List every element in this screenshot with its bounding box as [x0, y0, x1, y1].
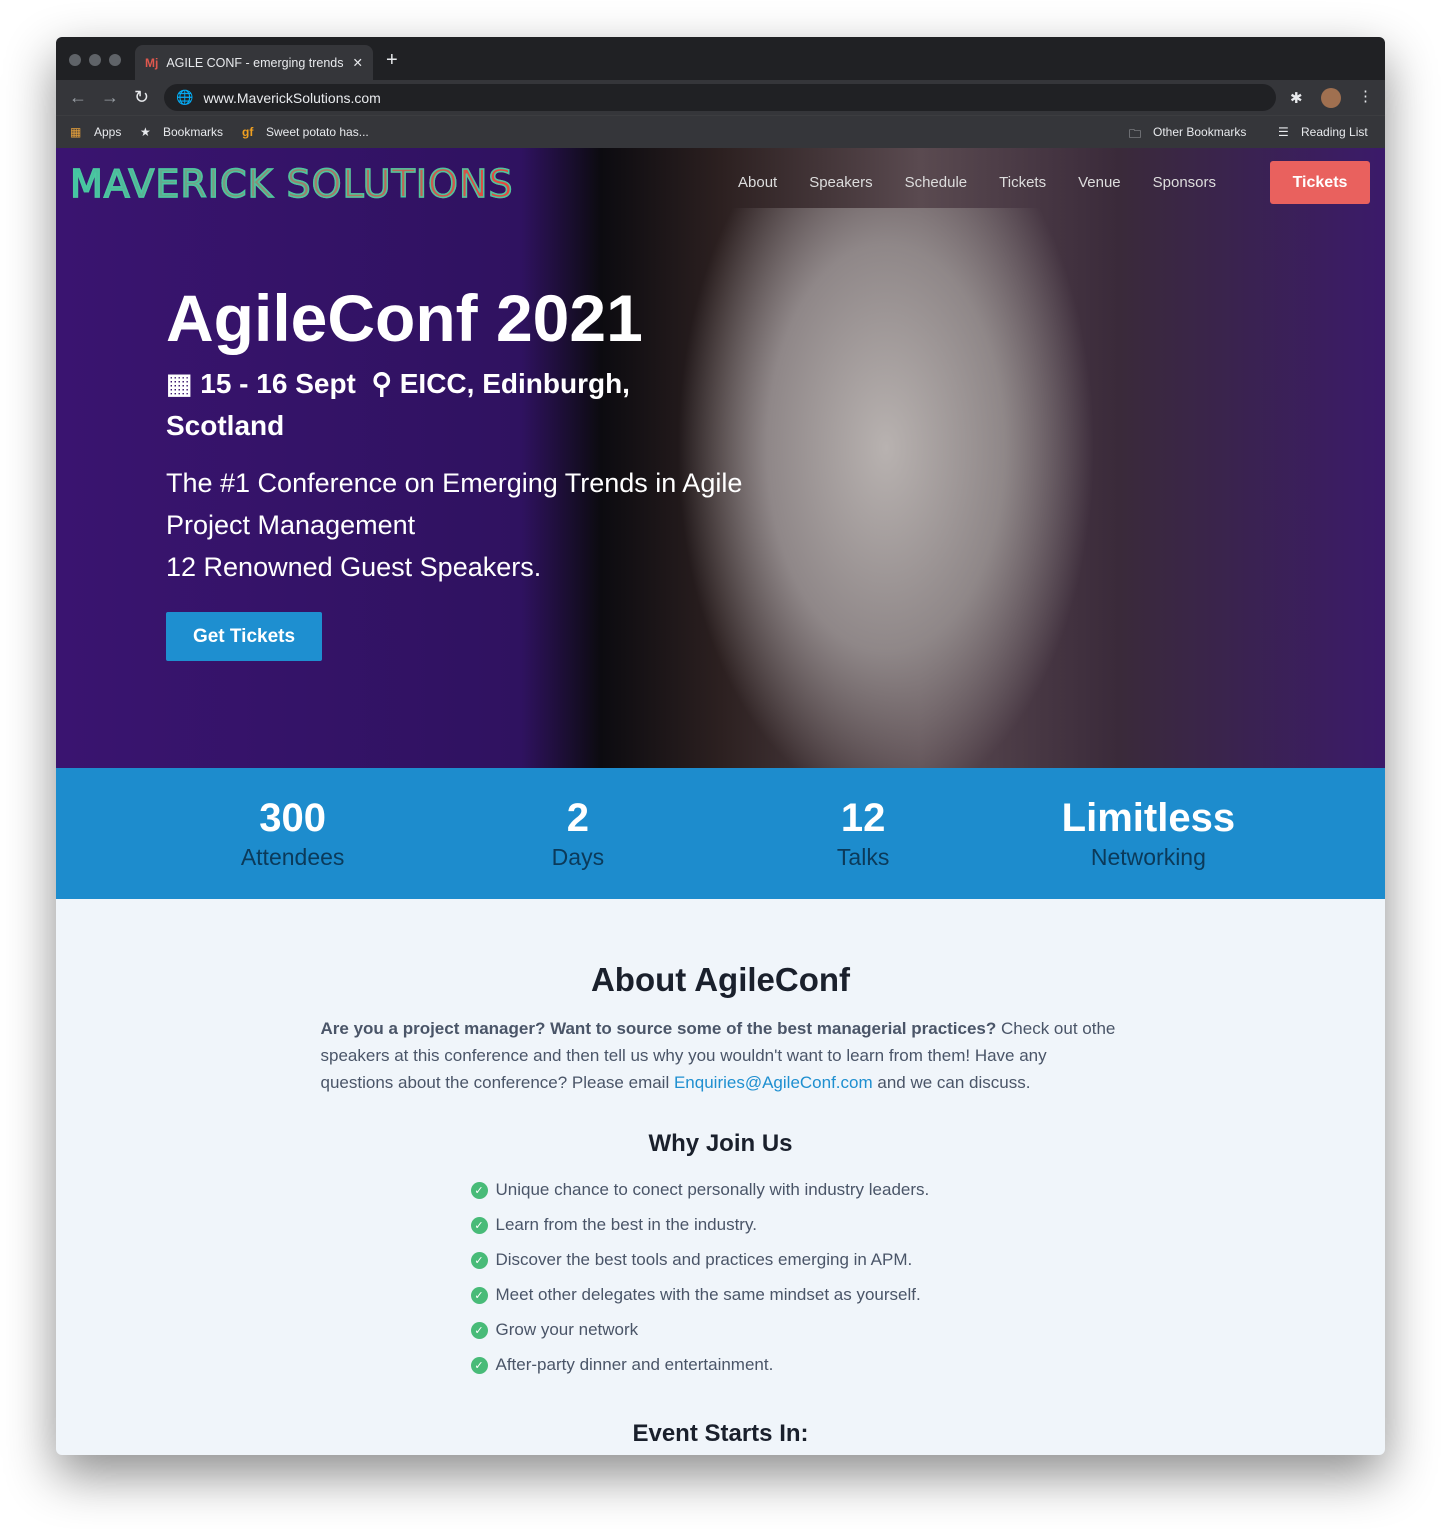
event-meta: ▦ 15 - 16 Sept ⚲ EICC, Edinburgh, Scotla… [166, 368, 630, 441]
star-icon: ★ [140, 125, 151, 139]
tab-bar: Mj AGILE CONF - emerging trends ✕ + [56, 37, 1385, 80]
tickets-button[interactable]: Tickets [1270, 161, 1370, 204]
check-icon: ✓ [470, 1322, 488, 1339]
about-title: About AgileConf [590, 961, 851, 998]
extensions-icon[interactable]: ✱ [1290, 89, 1303, 107]
stat-days: 2 Days [551, 796, 605, 870]
check-icon: ✓ [470, 1252, 488, 1269]
bookmark-sweet-potato[interactable]: Sweet potato has... [266, 125, 369, 139]
bookmark-bookmarks[interactable]: Bookmarks [163, 125, 223, 139]
apps-icon: ▦ [70, 125, 82, 139]
address-bar[interactable]: 🌐 www.MaverickSolutions.com [164, 84, 1276, 111]
list-item: ✓ After-party dinner and entertainment. [470, 1355, 971, 1390]
back-icon[interactable]: ← [69, 87, 87, 108]
reading-list[interactable]: Reading List [1301, 125, 1368, 139]
email-link[interactable]: Enquiries@AgileConf.com [674, 1073, 873, 1092]
new-tab-button[interactable]: + [386, 49, 398, 72]
about-text: Are you a project manager? Want to sourc… [320, 1019, 1116, 1092]
nav-tickets[interactable]: Tickets [999, 174, 1046, 191]
calendar-icon: ▦ [166, 368, 193, 399]
other-bookmarks[interactable]: Other Bookmarks [1153, 125, 1246, 139]
check-icon: ✓ [470, 1217, 488, 1234]
list-item: ✓ Discover the best tools and practices e… [470, 1250, 971, 1285]
menu-icon[interactable]: ⋮ [1358, 87, 1373, 105]
stat-talks: 12 Talks [836, 796, 890, 870]
nav-speakers[interactable]: Speakers [809, 174, 872, 191]
check-icon: ✓ [470, 1182, 488, 1199]
browser-tab[interactable]: Mj AGILE CONF - emerging trends ✕ [135, 45, 373, 80]
location-pin-icon: ⚲ [371, 368, 392, 399]
avatar[interactable] [1321, 88, 1341, 108]
window-controls[interactable] [69, 54, 121, 66]
hero: MAVERICK SOLUTIONS About Speakers Schedu… [56, 148, 1385, 768]
nav-about[interactable]: About [738, 174, 777, 191]
favicon-icon: Mj [145, 55, 159, 70]
list-item: ✓ Grow your network [470, 1320, 971, 1355]
nav-venue[interactable]: Venue [1078, 174, 1121, 191]
bookmarks-bar: ▦ Apps ★ Bookmarks gf Sweet potato has..… [56, 115, 1385, 148]
countdown-title: Event Starts In: [632, 1420, 809, 1447]
hero-description: The #1 Conference on Emerging Trends in … [166, 468, 743, 582]
list-item: ✓ Unique chance to conect personally with… [470, 1180, 971, 1215]
stats-bar: 300 Attendees 2 Days 12 Talks Limitless Netw… [56, 768, 1385, 899]
list-item: ✓ Meet other delegates with the same mind… [470, 1285, 971, 1320]
list-item: ✓ Learn from the best in the industry. [470, 1215, 971, 1250]
logo[interactable]: MAVERICK SOLUTIONS [69, 161, 514, 207]
hero-title: AgileConf 2021 [166, 281, 643, 355]
stat-networking: Limitless Networking [1061, 796, 1236, 870]
close-tab-icon[interactable]: ✕ [353, 55, 363, 70]
reading-list-icon: ☰ [1278, 125, 1289, 139]
nav-schedule[interactable]: Schedule [905, 174, 968, 191]
stat-attendees: 300 Attendees [240, 796, 345, 870]
forward-icon[interactable]: → [101, 87, 119, 108]
browser-window: Mj AGILE CONF - emerging trends ✕ + ← → ↻ … [56, 37, 1385, 1455]
toolbar: ← → ↻ 🌐 www.MaverickSolutions.com ✱ ⋮ [56, 80, 1385, 115]
why-title: Why Join Us [648, 1130, 793, 1157]
bookmark-apps[interactable]: Apps [94, 125, 121, 139]
check-icon: ✓ [470, 1287, 488, 1304]
folder-icon: 🗀 [1129, 127, 1142, 141]
gf-icon: gf [242, 125, 254, 139]
main-nav: About Speakers Schedule Tickets Venue Sp… [738, 174, 1216, 191]
about-section: About AgileConf Are you a project manage… [56, 899, 1385, 1448]
reload-icon[interactable]: ↻ [134, 87, 149, 108]
globe-icon: 🌐 [176, 89, 194, 105]
get-tickets-button[interactable]: Get Tickets [166, 612, 322, 661]
reasons-list: ✓ Unique chance to conect personally with… [470, 1180, 971, 1390]
check-icon: ✓ [470, 1357, 488, 1374]
nav-sponsors[interactable]: Sponsors [1153, 174, 1216, 191]
